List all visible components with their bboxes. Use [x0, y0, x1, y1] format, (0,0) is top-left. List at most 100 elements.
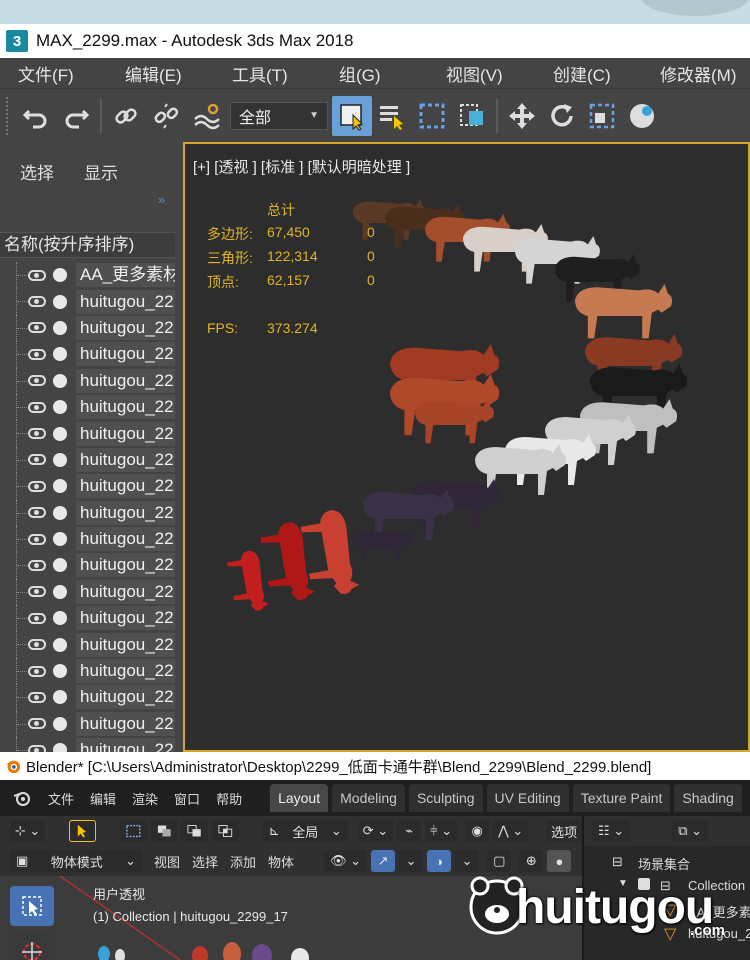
tab-display[interactable]: 显示 [84, 159, 118, 184]
menu-edit[interactable]: 编辑(E) [107, 61, 214, 86]
menu-create[interactable]: 创建(C) [535, 61, 642, 86]
freeze-toggle-icon[interactable] [53, 400, 67, 415]
menu-object[interactable]: 物体 [268, 852, 294, 871]
scene-object-row[interactable]: huitugou_22 [0, 525, 175, 553]
visibility-eye-icon[interactable] [28, 559, 46, 571]
name-column-header[interactable]: 名称(按升序排序) [0, 232, 175, 258]
scene-object-row[interactable]: huitugou_22 [0, 446, 175, 474]
select-mode-extend-icon[interactable] [150, 820, 178, 842]
scene-object-row[interactable]: huitugou_22 [0, 473, 175, 500]
scene-object-row[interactable]: huitugou_22 [0, 367, 175, 394]
scene-object-row[interactable]: huitugou_22 [0, 605, 175, 632]
scene-object-row[interactable]: huitugou_22 [0, 341, 175, 368]
redo-icon[interactable] [56, 96, 96, 136]
freeze-toggle-icon[interactable] [53, 452, 67, 467]
tab-modeling[interactable]: Modeling [332, 784, 405, 812]
visibility-eye-icon[interactable] [28, 454, 46, 466]
freeze-toggle-icon[interactable] [53, 373, 67, 388]
scene-object-row[interactable]: huitugou_22 [0, 737, 175, 752]
scene-object-row[interactable]: huitugou_22 [0, 420, 175, 447]
visibility-eye-icon[interactable] [28, 665, 46, 677]
scene-object-row[interactable]: huitugou_22 [0, 631, 175, 658]
transform-pivot-icon[interactable]: ⊹ ⌄ [10, 820, 46, 842]
visibility-eye-icon[interactable] [28, 322, 46, 334]
freeze-toggle-icon[interactable] [53, 716, 67, 731]
visibility-eye-icon[interactable] [28, 480, 46, 492]
freeze-toggle-icon[interactable] [53, 320, 67, 335]
display-mode-icon[interactable]: ☷ ⌄ [592, 820, 631, 842]
scale-icon[interactable] [582, 96, 622, 136]
rectangular-selection-icon[interactable] [412, 96, 452, 136]
visibility-eye-icon[interactable] [28, 401, 46, 413]
perspective-viewport[interactable]: [+] [透视 ] [标准 ] [默认明暗处理 ] 总计 多边形: 67,450… [183, 142, 750, 752]
scene-object-row[interactable]: huitugou_22 [0, 499, 175, 526]
cursor-tool-icon[interactable] [10, 932, 54, 960]
solid-shading-icon[interactable]: ● [547, 850, 572, 872]
visibility-eye-icon[interactable] [28, 269, 46, 281]
select-mode-intersect-icon[interactable] [211, 820, 239, 842]
scene-object-row[interactable]: huitugou_22 [0, 314, 175, 342]
bl-menu-window[interactable]: 窗口 [174, 789, 200, 808]
bl-menu-file[interactable]: 文件 [48, 789, 74, 808]
overlay-toggle-icon[interactable]: ◑ [427, 850, 452, 872]
proportional-falloff-icon[interactable]: ⋀ ⌄ [493, 820, 529, 842]
visibility-eye-icon[interactable] [28, 375, 46, 387]
options-dropdown[interactable]: 选项 [546, 820, 582, 842]
freeze-toggle-icon[interactable] [53, 268, 67, 283]
transform-orientation-dropdown[interactable]: ⊾ 全局 ⌄ [262, 820, 348, 842]
bl-menu-edit[interactable]: 编辑 [90, 789, 116, 808]
unlink-icon[interactable] [146, 96, 186, 136]
freeze-toggle-icon[interactable] [53, 426, 67, 441]
visibility-eye-icon[interactable] [28, 533, 46, 545]
freeze-toggle-icon[interactable] [53, 664, 67, 679]
scene-object-row[interactable]: huitugou_22 [0, 710, 175, 738]
freeze-toggle-icon[interactable] [53, 558, 67, 573]
move-icon[interactable] [502, 96, 542, 136]
visibility-eye-icon[interactable]: 👁 ⌄ [324, 850, 368, 872]
visibility-eye-icon[interactable] [28, 744, 46, 752]
proportional-edit-icon[interactable]: ◉ [465, 820, 490, 842]
pivot-point-icon[interactable]: ⟳ ⌄ [357, 820, 394, 842]
freeze-toggle-icon[interactable] [53, 347, 67, 362]
blender-menu-icon[interactable] [12, 788, 32, 808]
toolbar-grip[interactable] [6, 96, 10, 135]
visibility-eye-icon[interactable] [28, 612, 46, 624]
snap-icon[interactable]: ⌁ [397, 820, 422, 842]
snap-target-icon[interactable]: ⫩ ⌄ [425, 820, 458, 842]
link-icon[interactable] [106, 96, 146, 136]
visibility-eye-icon[interactable] [28, 691, 46, 703]
menu-view[interactable]: 视图 [154, 852, 180, 871]
expand-panel-icon[interactable]: » [158, 192, 165, 207]
visibility-eye-icon[interactable] [28, 718, 46, 730]
select-mode-subtract-icon[interactable] [181, 820, 208, 842]
tab-texture-paint[interactable]: Texture Paint [572, 784, 671, 812]
tab-uv-editing[interactable]: UV Editing [486, 784, 569, 812]
visibility-eye-icon[interactable] [28, 507, 46, 519]
visibility-eye-icon[interactable] [28, 428, 46, 440]
select-box-tool-icon[interactable] [10, 886, 54, 926]
menu-file[interactable]: 文件(F) [0, 61, 107, 86]
tab-layout[interactable]: Layout [270, 784, 329, 812]
visibility-eye-icon[interactable] [28, 296, 46, 308]
scene-object-row[interactable]: huitugou_22 [0, 684, 175, 711]
menu-tools[interactable]: 工具(T) [214, 61, 321, 86]
menu-add[interactable]: 添加 [230, 852, 256, 871]
tab-select[interactable]: 选择 [20, 159, 54, 184]
bl-menu-render[interactable]: 渲染 [132, 789, 158, 808]
filter-icon[interactable]: ⧉ ⌄ [672, 820, 708, 842]
freeze-toggle-icon[interactable] [53, 479, 67, 494]
select-mode-new-icon[interactable] [120, 820, 147, 842]
menu-group[interactable]: 组(G) [321, 61, 428, 86]
gizmo-toggle-icon[interactable]: ↗ [371, 850, 396, 872]
overlay-dropdown-icon[interactable]: ⌄ [455, 850, 480, 872]
snap-toggle-icon[interactable] [622, 96, 662, 136]
freeze-toggle-icon[interactable] [53, 743, 67, 752]
tab-sculpting[interactable]: Sculpting [408, 784, 483, 812]
freeze-toggle-icon[interactable] [53, 505, 67, 520]
bind-space-warp-icon[interactable] [186, 96, 226, 136]
freeze-toggle-icon[interactable] [53, 611, 67, 626]
wireframe-shading-icon[interactable]: ⊕ [519, 850, 544, 872]
tab-shading[interactable]: Shading [674, 784, 742, 812]
freeze-toggle-icon[interactable] [53, 637, 67, 652]
menu-view[interactable]: 视图(V) [428, 61, 535, 86]
